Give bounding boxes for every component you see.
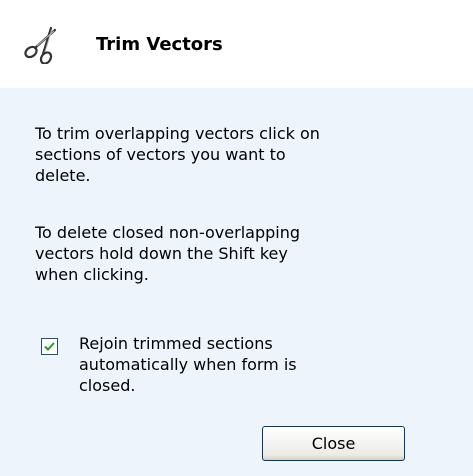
trim-vectors-panel: Trim Vectors To trim overlapping vectors…: [0, 0, 473, 476]
checkmark-icon: [44, 342, 55, 351]
panel-title: Trim Vectors: [96, 34, 223, 55]
close-button[interactable]: Close: [262, 426, 405, 461]
panel-header: Trim Vectors: [0, 0, 473, 88]
instruction-trim-text: To trim overlapping vectors click on sec…: [35, 124, 320, 185]
rejoin-checkbox[interactable]: [41, 338, 58, 355]
rejoin-checkbox-label[interactable]: Rejoin trimmed sections automatically wh…: [79, 333, 339, 396]
scissors-icon: [22, 24, 62, 65]
instruction-delete-text: To delete closed non-overlapping vectors…: [35, 223, 300, 284]
